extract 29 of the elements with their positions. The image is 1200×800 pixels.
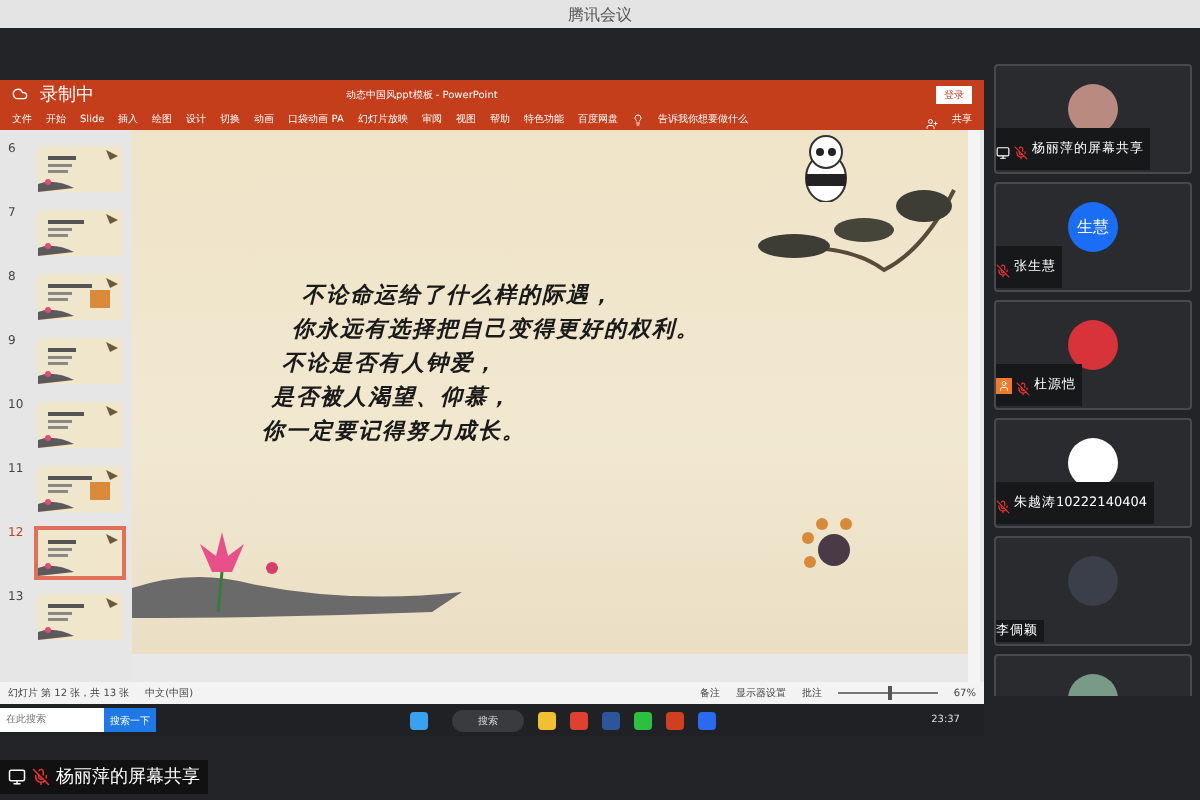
panda-drawing — [800, 134, 852, 202]
browser-icon[interactable] — [570, 711, 588, 729]
poem-line: 你一定要记得努力成长。 — [262, 415, 528, 447]
mic-off-icon — [996, 500, 1010, 514]
chat-icon[interactable] — [634, 711, 652, 729]
poem-line: 你永远有选择把自己变得更好的权利。 — [292, 313, 702, 345]
powerpoint-icon[interactable] — [666, 711, 684, 729]
cloud-icon — [12, 86, 28, 102]
window-title: 腾讯会议 — [568, 3, 632, 25]
mic-off-icon — [32, 768, 50, 786]
monitor-icon — [8, 768, 26, 786]
zoom-thumb[interactable] — [887, 686, 892, 700]
mic-off-icon — [996, 264, 1010, 278]
slide-thumbnail[interactable] — [34, 526, 126, 580]
start-icon[interactable] — [410, 711, 428, 729]
mic-off-icon — [1016, 382, 1030, 396]
lightbulb-icon — [631, 113, 644, 125]
recording-status: 录制中 — [40, 83, 94, 107]
mic-off-icon — [1014, 146, 1028, 160]
meeting-icon[interactable] — [698, 711, 716, 729]
person-icon — [926, 118, 938, 130]
poem-line: 是否被人渴望、仰慕， — [272, 381, 514, 413]
teapot-drawing — [798, 518, 858, 574]
avatar-initials: 生慧 — [1077, 216, 1109, 238]
monitor-icon — [996, 146, 1010, 160]
sharer-name: 杨丽萍的屏幕共享 — [56, 765, 200, 790]
poem-line: 不论是否有人钟爱， — [282, 347, 500, 379]
folder-icon[interactable] — [538, 711, 556, 729]
poem-line: 不论命运给了什么样的际遇， — [302, 279, 616, 311]
